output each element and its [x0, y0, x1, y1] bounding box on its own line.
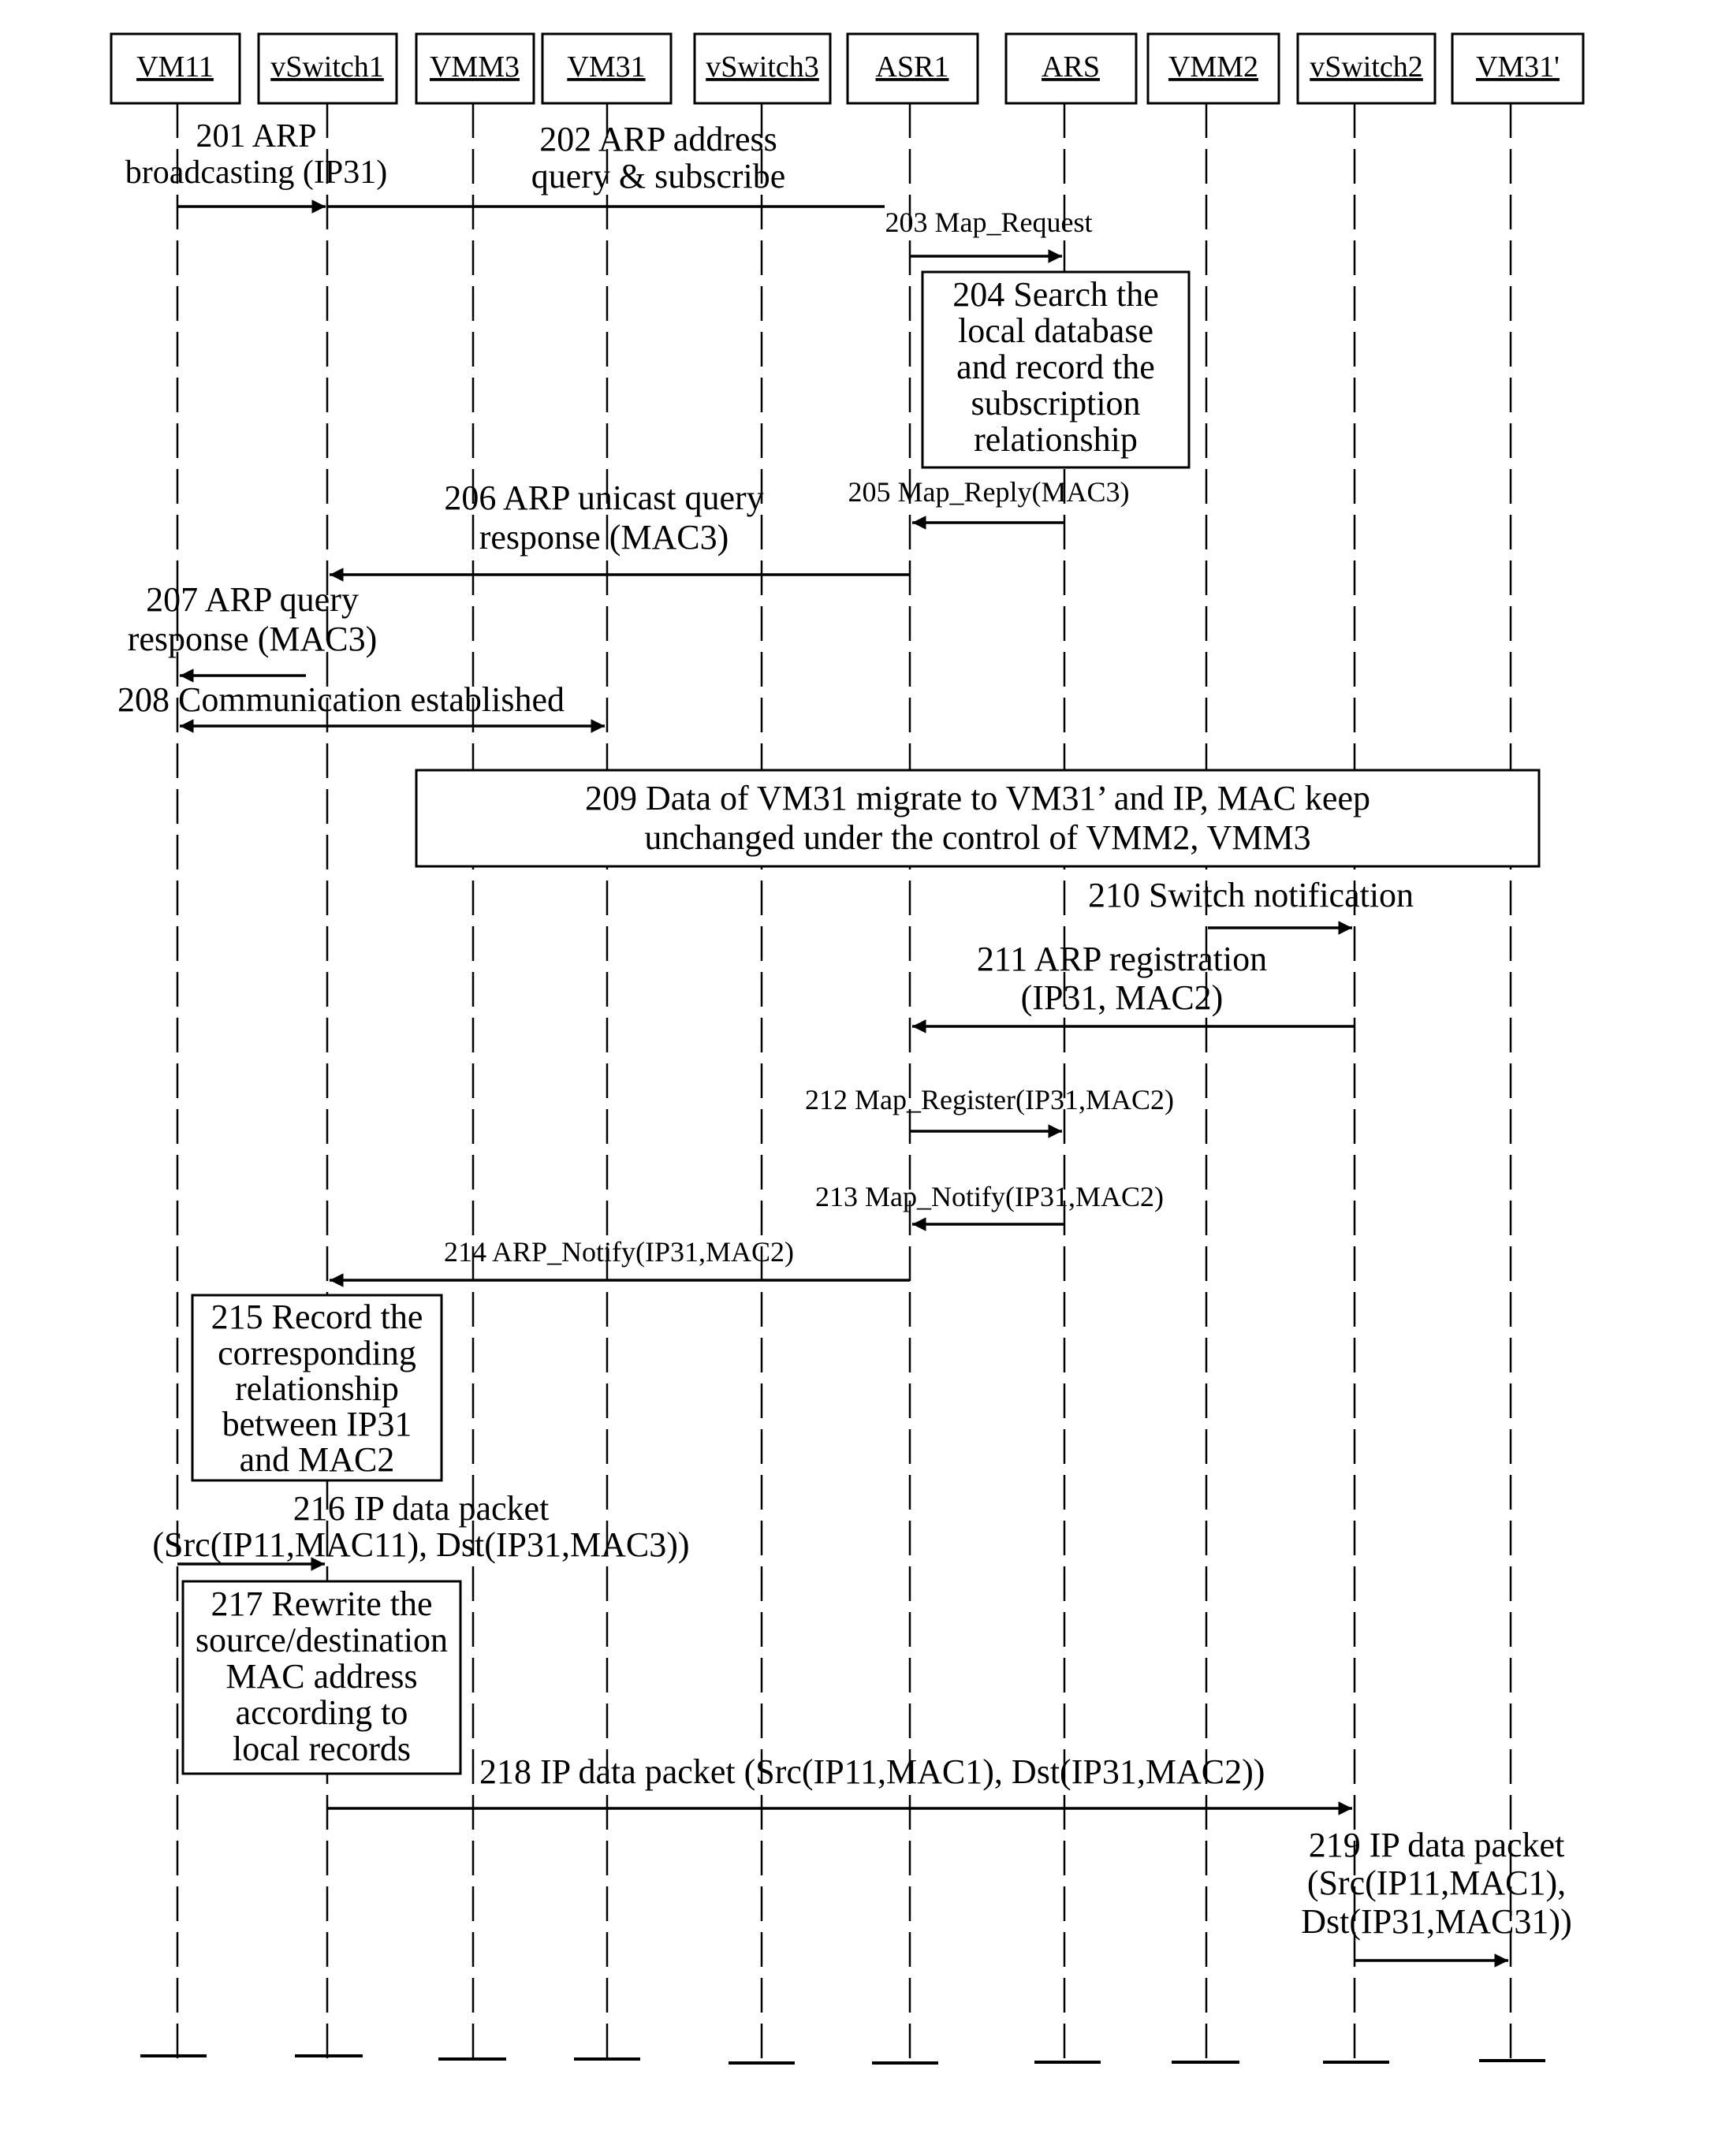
message-label: 208 Communication established	[117, 680, 565, 719]
message-label: 216 IP data packet	[293, 1489, 550, 1528]
note-text: MAC address	[225, 1657, 417, 1696]
participant-label: vSwitch2	[1310, 50, 1423, 84]
participant-vmm2: VMM2	[1146, 32, 1280, 105]
message-201: 201 ARP broadcasting (IP31)	[125, 118, 387, 214]
participants: VM11 vSwitch1 VMM3 VM31 vSwitch3 ASR1 AR…	[110, 32, 1585, 105]
message-label: 219 IP data packet	[1309, 1826, 1565, 1864]
participant-vswitch2: vSwitch2	[1296, 32, 1437, 105]
message-label: 210 Switch notification	[1088, 876, 1414, 914]
message-216: 216 IP data packet (Src(IP11,MAC11), Dst…	[152, 1489, 690, 1571]
participant-label: vSwitch1	[270, 50, 384, 84]
message-214: 214 ARP_Notify(IP31,MAC2)	[330, 1236, 910, 1287]
participant-vm31-prime: VM31'	[1451, 32, 1585, 105]
participant-asr1: ASR1	[846, 32, 979, 105]
message-212: 212 Map_Register(IP31,MAC2)	[805, 1084, 1174, 1138]
message-label: Dst(IP31,MAC31))	[1301, 1902, 1571, 1941]
participant-label: vSwitch3	[706, 50, 819, 84]
note-text: subscription	[971, 384, 1140, 423]
note-text: unchanged under the control of VMM2, VMM…	[644, 818, 1310, 857]
note-215: 215 Record the corresponding relationshi…	[191, 1294, 443, 1482]
note-217: 217 Rewrite the source/destination MAC a…	[181, 1580, 462, 1775]
message-label: response (MAC3)	[479, 518, 729, 557]
lifeline-ends	[140, 2054, 1545, 2065]
message-label: (Src(IP11,MAC1),	[1307, 1864, 1566, 1902]
note-text: relationship	[974, 420, 1138, 459]
participant-label: VMM3	[430, 50, 520, 84]
message-207: 207 ARP query response (MAC3)	[128, 580, 378, 683]
note-text: and MAC2	[240, 1440, 395, 1479]
message-210: 210 Switch notification	[1088, 876, 1414, 935]
note-209: 209 Data of VM31 migrate to VM31’ and IP…	[415, 769, 1541, 868]
note-text: between IP31	[222, 1405, 412, 1443]
message-218: 218 IP data packet (Src(IP11,MAC1), Dst(…	[327, 1752, 1352, 1815]
message-203: 203 Map_Request	[885, 207, 1093, 263]
participant-label: VM31	[567, 50, 645, 84]
message-202: 202 ARP address query & subscribe	[327, 120, 885, 208]
participant-vm11: VM11	[110, 32, 241, 105]
message-label: 214 ARP_Notify(IP31,MAC2)	[444, 1236, 794, 1268]
participant-vmm3: VMM3	[415, 32, 535, 105]
note-text: 204 Search the	[952, 275, 1158, 314]
note-text: according to	[236, 1693, 408, 1732]
note-text: and record the	[956, 348, 1155, 386]
participant-vm31: VM31	[541, 32, 673, 105]
note-text: 217 Rewrite the	[211, 1584, 432, 1623]
message-label: query & subscribe	[531, 157, 786, 195]
participant-ars: ARS	[1004, 32, 1138, 105]
participant-label: VMM2	[1168, 50, 1258, 84]
message-label: response (MAC3)	[128, 620, 378, 658]
message-208: 208 Communication established	[117, 680, 605, 733]
note-text: source/destination	[196, 1621, 448, 1659]
participant-label: VM11	[136, 50, 214, 84]
message-219: 219 IP data packet (Src(IP11,MAC1), Dst(…	[1301, 1826, 1572, 1968]
note-text: local database	[958, 311, 1153, 350]
sequence-diagram: VM11 vSwitch1 VMM3 VM31 vSwitch3 ASR1 AR…	[110, 32, 1585, 2069]
message-label: 205 Map_Reply(MAC3)	[848, 476, 1130, 508]
message-205: 205 Map_Reply(MAC3)	[848, 476, 1130, 530]
message-label: 207 ARP query	[146, 580, 359, 619]
message-label: 202 ARP address	[539, 120, 777, 158]
note-text: corresponding	[218, 1334, 416, 1372]
message-206: 206 ARP unicast query response (MAC3)	[330, 478, 910, 582]
participant-label: ASR1	[876, 50, 949, 84]
note-text: 215 Record the	[211, 1298, 423, 1336]
message-label: broadcasting (IP31)	[125, 155, 387, 191]
message-213: 213 Map_Notify(IP31,MAC2)	[815, 1181, 1164, 1231]
note-text: 209 Data of VM31 migrate to VM31’ and IP…	[585, 779, 1370, 817]
message-label: 218 IP data packet (Src(IP11,MAC1), Dst(…	[479, 1752, 1265, 1791]
message-label: 201 ARP	[196, 118, 317, 155]
participant-vswitch3: vSwitch3	[693, 32, 832, 105]
message-211: 211 ARP registration (IP31, MAC2)	[912, 940, 1355, 1033]
message-label: (Src(IP11,MAC11), Dst(IP31,MAC3))	[152, 1525, 689, 1564]
message-label: 212 Map_Register(IP31,MAC2)	[805, 1084, 1174, 1115]
message-label: 213 Map_Notify(IP31,MAC2)	[815, 1181, 1164, 1212]
message-label: 211 ARP registration	[977, 940, 1267, 978]
note-text: relationship	[235, 1369, 399, 1408]
message-label: 206 ARP unicast query	[444, 478, 763, 517]
participant-label: ARS	[1042, 50, 1100, 84]
participant-vswitch1: vSwitch1	[257, 32, 398, 105]
note-text: local records	[233, 1730, 411, 1768]
message-label: (IP31, MAC2)	[1021, 978, 1224, 1017]
note-204: 204 Search the local database and record…	[921, 270, 1191, 469]
message-label: 203 Map_Request	[885, 207, 1093, 238]
participant-label: VM31'	[1476, 50, 1560, 84]
